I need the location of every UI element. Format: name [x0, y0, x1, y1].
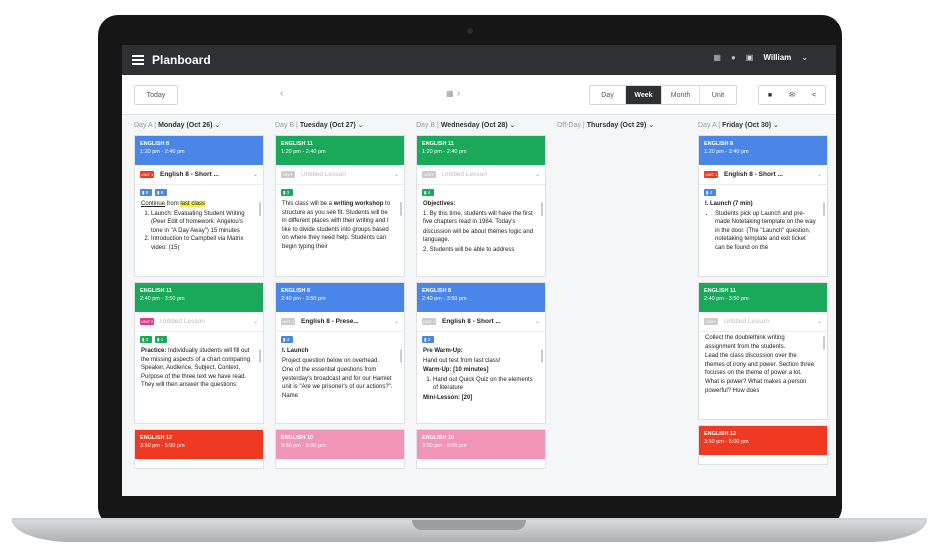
view-week[interactable]: Week — [626, 86, 662, 104]
lesson-notes[interactable]: Practice: Individually students will fil… — [135, 345, 263, 423]
day-header[interactable]: Day B | Tuesday (Oct 27) ⌄ — [275, 115, 405, 135]
day-header[interactable]: Day A | Friday (Oct 30) ⌄ — [698, 115, 828, 135]
day-header[interactable]: Off-Day | Thursday (Oct 29) ⌄ — [557, 115, 687, 135]
webcam — [467, 28, 473, 34]
day-column: Day B | Tuesday (Oct 27) ⌄ ENGLISH 11 1:20 … — [275, 115, 405, 474]
app-title: Planboard — [152, 53, 211, 67]
class-header: ENGLISH 8 1:20 pm - 2:40 pm — [699, 136, 827, 165]
standards-tags[interactable]: ▮ 3 — [276, 185, 404, 198]
lesson-card[interactable]: ENGLISH 12 3:50 pm - 5:00 pm — [134, 429, 264, 469]
menu-icon[interactable] — [132, 55, 144, 65]
next-week-button[interactable]: › — [457, 88, 460, 99]
lesson-notes[interactable]: Pre Warm-Up: Hand out test from last clas… — [417, 345, 545, 423]
user-name[interactable]: William — [763, 53, 791, 62]
class-header: ENGLISH 10 3:50 pm - 5:00 pm — [276, 430, 404, 459]
lesson-selector[interactable]: UNIT 1 English 8 - Prese... ⌄ — [276, 312, 404, 332]
lesson-selector[interactable]: UNIT Untitled Lesson ⌄ — [276, 165, 404, 185]
lesson-card[interactable]: ENGLISH 8 1:20 pm - 2:40 pm UNIT 1 English … — [698, 135, 828, 277]
day-column: Day A | Friday (Oct 30) ⌄ ENGLISH 8 1:20 pm… — [698, 115, 828, 470]
lesson-card[interactable]: ENGLISH 10 3:50 pm - 5:00 pm — [275, 429, 405, 469]
lesson-selector[interactable]: UNIT 2 Untitled Lesson ⌄ — [135, 312, 263, 332]
today-button[interactable]: Today — [134, 85, 178, 105]
class-header: ENGLISH 11 1:20 pm - 2:40 pm — [276, 136, 404, 165]
class-header: ENGLISH 12 3:50 pm - 5:00 pm — [699, 426, 827, 455]
help-icon[interactable]: ● — [731, 53, 736, 62]
lesson-selector[interactable]: UNIT 1 English 8 - Short ... ⌄ — [699, 165, 827, 185]
class-header: ENGLISH 11 2:40 pm - 3:50 pm — [135, 283, 263, 312]
lesson-notes[interactable]: Objectives: 1. By this time, students wil… — [417, 198, 545, 276]
standards-tags[interactable]: ▮ 4 — [699, 185, 827, 198]
lesson-card[interactable]: ENGLISH 12 3:50 pm - 5:00 pm — [698, 425, 828, 465]
day-column: Off-Day | Thursday (Oct 29) ⌄ — [557, 115, 687, 135]
lesson-selector[interactable]: UNIT Untitled Lesson ⌄ — [417, 165, 545, 185]
lesson-card[interactable]: ENGLISH 8 2:40 pm - 3:50 pm UNIT 1 English … — [416, 282, 546, 424]
chevron-down-icon[interactable]: ⌄ — [801, 53, 808, 62]
email-icon[interactable]: ✉ — [781, 86, 803, 104]
prev-week-button[interactable]: ‹ — [280, 88, 283, 99]
lesson-card[interactable]: ENGLISH 8 1:20 pm - 2:40 pm UNIT 1 English … — [134, 135, 264, 277]
lesson-notes[interactable]: This class will be a writing workshop to… — [276, 198, 404, 276]
lesson-card[interactable]: ENGLISH 10 3:50 pm - 5:00 pm — [416, 429, 546, 469]
week-grid: Day A | Monday (Oct 26) ⌄ ENGLISH 8 1:20 pm… — [122, 115, 836, 496]
standards-tags[interactable]: ▮ 8 ▮ 8 — [135, 185, 263, 198]
calendar-picker-icon[interactable]: ▦ — [446, 89, 454, 98]
standards-tags[interactable]: ▮ 4 — [276, 332, 404, 345]
lesson-notes[interactable]: I. Launch (7 min)Students pick up Launch… — [699, 198, 827, 276]
standards-tags[interactable]: ▮ 4 — [417, 185, 545, 198]
lesson-card[interactable]: ENGLISH 11 1:20 pm - 2:40 pm UNIT Untitled … — [416, 135, 546, 277]
class-header: ENGLISH 11 1:20 pm - 2:40 pm — [417, 136, 545, 165]
lesson-card[interactable]: ENGLISH 11 1:20 pm - 2:40 pm UNIT Untitled … — [275, 135, 405, 277]
class-header: ENGLISH 8 2:40 pm - 3:50 pm — [276, 283, 404, 312]
avatar[interactable]: ▣ — [746, 53, 754, 62]
class-header: ENGLISH 8 2:40 pm - 3:50 pm — [417, 283, 545, 312]
lesson-card[interactable]: ENGLISH 11 2:40 pm - 3:50 pm UNIT 2 Untitle… — [134, 282, 264, 424]
lesson-selector[interactable]: UNIT 1 English 8 - Short ... ⌄ — [417, 312, 545, 332]
day-column: Day B | Wednesday (Oct 28) ⌄ ENGLISH 11 1:2… — [416, 115, 546, 474]
document-icon[interactable]: ■ — [759, 86, 781, 104]
day-column: Day A | Monday (Oct 26) ⌄ ENGLISH 8 1:20 pm… — [134, 115, 264, 474]
day-header[interactable]: Day A | Monday (Oct 26) ⌄ — [134, 115, 264, 135]
laptop-notch — [412, 520, 526, 530]
class-header: ENGLISH 10 3:50 pm - 5:00 pm — [417, 430, 545, 459]
lesson-selector[interactable]: UNIT 1 English 8 - Short ... ⌄ — [135, 165, 263, 185]
calendar-icon[interactable]: ▦ — [713, 53, 721, 62]
class-header: ENGLISH 8 1:20 pm - 2:40 pm — [135, 136, 263, 165]
view-day[interactable]: Day — [590, 86, 626, 104]
share-icon[interactable]: < — [803, 86, 825, 104]
share-tools: ■ ✉ < — [758, 85, 826, 105]
view-month[interactable]: Month — [662, 86, 700, 104]
view-switcher: Day Week Month Unit — [589, 85, 737, 105]
class-header: ENGLISH 12 3:50 pm - 5:00 pm — [135, 430, 263, 459]
lesson-card[interactable]: ENGLISH 11 2:40 pm - 3:50 pm UNIT Untitled … — [698, 282, 828, 420]
view-unit[interactable]: Unit — [700, 86, 736, 104]
lesson-notes[interactable]: Continue from last classLaunch: Evaluati… — [135, 198, 263, 276]
lesson-notes[interactable]: I. Launch Project question below on overh… — [276, 345, 404, 423]
day-header[interactable]: Day B | Wednesday (Oct 28) ⌄ — [416, 115, 546, 135]
lesson-notes[interactable]: Collect the doublethink writing assignme… — [699, 332, 827, 419]
app-screen: Planboard ▦ ● ▣ William ⌄ Today ‹ ▦ › Da… — [122, 45, 836, 496]
standards-tags[interactable]: ▮ 3 ▮ 1 — [135, 332, 263, 345]
toolbar: Today ‹ ▦ › Day Week Month Unit ■ ✉ < — [122, 75, 836, 115]
lesson-selector[interactable]: UNIT Untitled Lesson ⌄ — [699, 312, 827, 332]
top-bar: Planboard ▦ ● ▣ William ⌄ — [122, 45, 836, 75]
standards-tags[interactable]: ▮ 2 — [417, 332, 545, 345]
lesson-card[interactable]: ENGLISH 8 2:40 pm - 3:50 pm UNIT 1 English … — [275, 282, 405, 424]
class-header: ENGLISH 11 2:40 pm - 3:50 pm — [699, 283, 827, 312]
